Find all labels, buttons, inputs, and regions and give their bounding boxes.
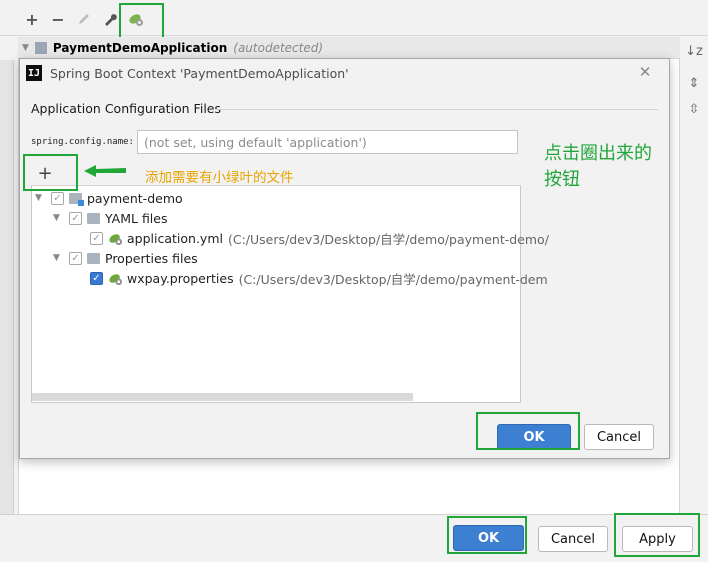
section-divider xyxy=(216,109,658,110)
edit-icon[interactable] xyxy=(74,9,94,29)
close-icon[interactable]: ✕ xyxy=(636,63,654,81)
expand-all-icon[interactable]: ⇕ xyxy=(686,75,702,91)
checkbox-root[interactable]: ✓ xyxy=(51,191,64,205)
dialog-title: Spring Boot Context 'PaymentDemoApplicat… xyxy=(50,65,349,81)
tree-row-yaml-file[interactable]: ✓ application.yml (C:/Users/dev3/Desktop… xyxy=(90,228,549,248)
sort-az-icon[interactable]: ↓z xyxy=(685,43,703,59)
tree-row-props-file[interactable]: ✓ wxpay.properties (C:/Users/dev3/Deskto… xyxy=(90,268,548,288)
expand-arrow-icon[interactable]: ▼ xyxy=(53,213,63,223)
spring-leaf-file-icon xyxy=(109,233,123,245)
spring-leaf-file-icon xyxy=(109,273,123,285)
config-name-input[interactable]: (not set, using default 'application') xyxy=(137,130,518,154)
run-config-header[interactable]: ▼ PaymentDemoApplication (autodetected) xyxy=(18,37,680,58)
section-title: Application Configuration Files xyxy=(31,101,221,116)
tree-row-props-folder[interactable]: ▼ ✓ Properties files xyxy=(53,248,198,268)
yaml-folder-label: YAML files xyxy=(105,210,168,226)
highlight-box-apply xyxy=(614,513,700,557)
highlight-box-add-file xyxy=(23,154,78,191)
add-button[interactable]: + xyxy=(22,9,42,29)
root-label: payment-demo xyxy=(87,190,183,206)
checkbox-props-folder[interactable]: ✓ xyxy=(69,251,82,265)
checkbox-yaml-file[interactable]: ✓ xyxy=(90,231,103,245)
checkbox-yaml-folder[interactable]: ✓ xyxy=(69,211,82,225)
collapse-all-icon[interactable]: ⇳ xyxy=(686,101,702,117)
intellij-logo-icon: IJ xyxy=(26,65,42,81)
props-file-path: (C:/Users/dev3/Desktop/自学/demo/payment-d… xyxy=(238,271,548,287)
collapse-arrow-icon[interactable]: ▼ xyxy=(22,43,29,53)
remove-button[interactable]: − xyxy=(48,9,68,29)
annotation-arrow-icon xyxy=(84,165,126,177)
tree-row-yaml-folder[interactable]: ▼ ✓ YAML files xyxy=(53,208,168,228)
annotation-click-hint-line2: 按钮 xyxy=(544,169,580,190)
expand-arrow-icon[interactable]: ▼ xyxy=(53,253,63,263)
yaml-file-label: application.yml xyxy=(127,230,223,246)
left-panel-strip xyxy=(0,60,14,514)
yaml-file-path: (C:/Users/dev3/Desktop/自学/demo/payment-d… xyxy=(227,231,549,247)
checkbox-props-file[interactable]: ✓ xyxy=(90,271,103,285)
module-icon xyxy=(69,192,84,206)
dialog-cancel-button[interactable]: Cancel xyxy=(584,424,654,450)
props-file-label: wxpay.properties xyxy=(127,270,234,286)
folder-icon xyxy=(87,252,100,264)
config-name-placeholder: (not set, using default 'application') xyxy=(144,134,367,150)
config-name-label: spring.config.name: xyxy=(31,137,134,147)
dialog-title-bar: IJ Spring Boot Context 'PaymentDemoAppli… xyxy=(20,58,669,88)
tree-row-root[interactable]: ▼ ✓ payment-demo xyxy=(35,188,183,208)
folder-icon xyxy=(87,212,100,224)
wrench-icon[interactable] xyxy=(100,9,120,29)
spring-app-icon xyxy=(34,41,47,54)
highlight-box-settings-ok xyxy=(447,516,527,554)
props-folder-label: Properties files xyxy=(105,250,198,266)
highlight-box-dialog-ok xyxy=(476,412,580,450)
annotation-click-hint-line1: 点击圈出来的 xyxy=(544,143,652,164)
app-name: PaymentDemoApplication xyxy=(52,40,228,55)
autodetected-tag: (autodetected) xyxy=(233,40,324,55)
annotation-add-hint: 添加需要有小绿叶的文件 xyxy=(145,170,294,186)
settings-cancel-button[interactable]: Cancel xyxy=(538,526,608,552)
expand-arrow-icon[interactable]: ▼ xyxy=(35,193,45,203)
annotation-click-hint: 点击圈出来的 按钮 xyxy=(544,141,652,193)
horizontal-scrollbar[interactable] xyxy=(32,393,413,401)
